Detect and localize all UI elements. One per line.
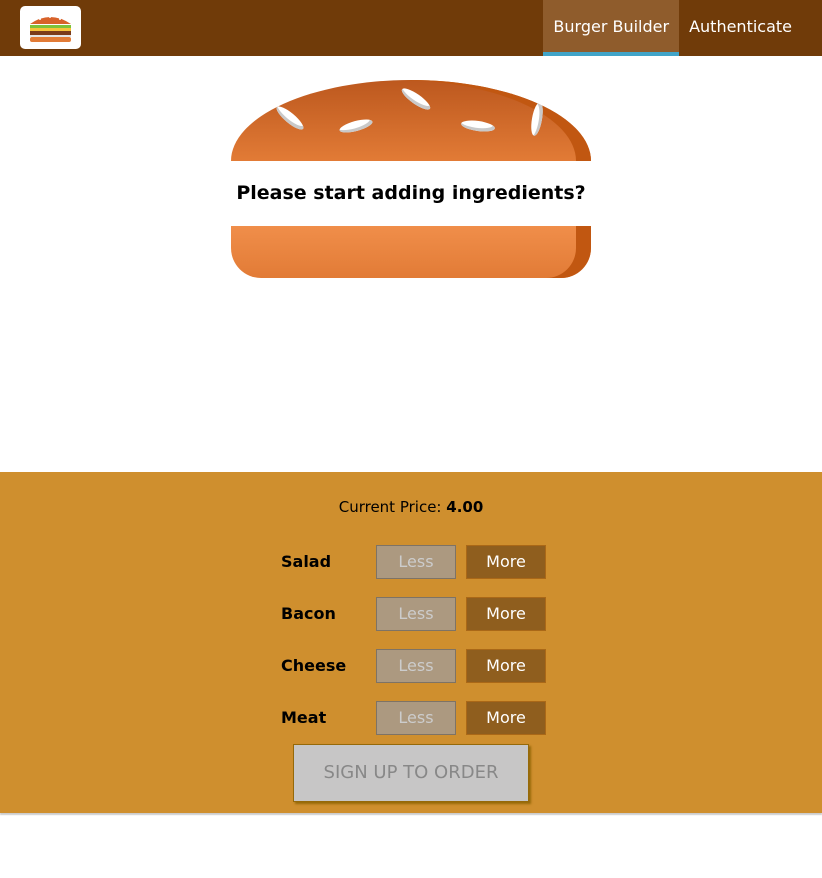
less-button[interactable]: Less <box>376 597 456 631</box>
nav-authenticate[interactable]: Authenticate <box>679 0 822 56</box>
ingredient-label: Cheese <box>281 656 347 675</box>
current-price: Current Price: 4.00 <box>0 498 822 516</box>
more-button[interactable]: More <box>466 597 546 631</box>
nav-burger-builder[interactable]: Burger Builder <box>543 0 680 56</box>
less-button[interactable]: Less <box>376 545 456 579</box>
less-button[interactable]: Less <box>376 649 456 683</box>
ingredient-row-bacon: Bacon Less More <box>281 597 551 631</box>
less-button[interactable]: Less <box>376 701 456 735</box>
ingredient-label: Salad <box>281 552 332 571</box>
sign-up-to-order-button[interactable]: SIGN UP TO ORDER <box>293 744 529 802</box>
seed <box>460 118 496 134</box>
bread-bottom <box>231 226 591 278</box>
ingredient-row-cheese: Cheese Less More <box>281 649 551 683</box>
ingredient-row-meat: Meat Less More <box>281 701 551 735</box>
more-button[interactable]: More <box>466 701 546 735</box>
bread-top <box>231 80 591 161</box>
ingredient-label: Bacon <box>281 604 336 623</box>
more-button[interactable]: More <box>466 545 546 579</box>
seed <box>399 85 433 113</box>
ingredient-label: Meat <box>281 708 327 727</box>
empty-burger-message: Please start adding ingredients? <box>231 161 591 226</box>
more-button[interactable]: More <box>466 649 546 683</box>
seed <box>273 103 307 133</box>
ingredient-row-salad: Salad Less More <box>281 545 551 579</box>
price-value: 4.00 <box>446 498 484 516</box>
burger-logo-icon[interactable] <box>20 6 81 49</box>
seed <box>338 116 374 136</box>
build-controls: Current Price: 4.00 Salad Less More Baco… <box>0 472 822 813</box>
toolbar: Burger Builder Authenticate <box>0 0 822 56</box>
nav-items: Burger Builder Authenticate <box>543 0 822 56</box>
price-label: Current Price: <box>338 498 442 516</box>
seed <box>529 101 545 137</box>
